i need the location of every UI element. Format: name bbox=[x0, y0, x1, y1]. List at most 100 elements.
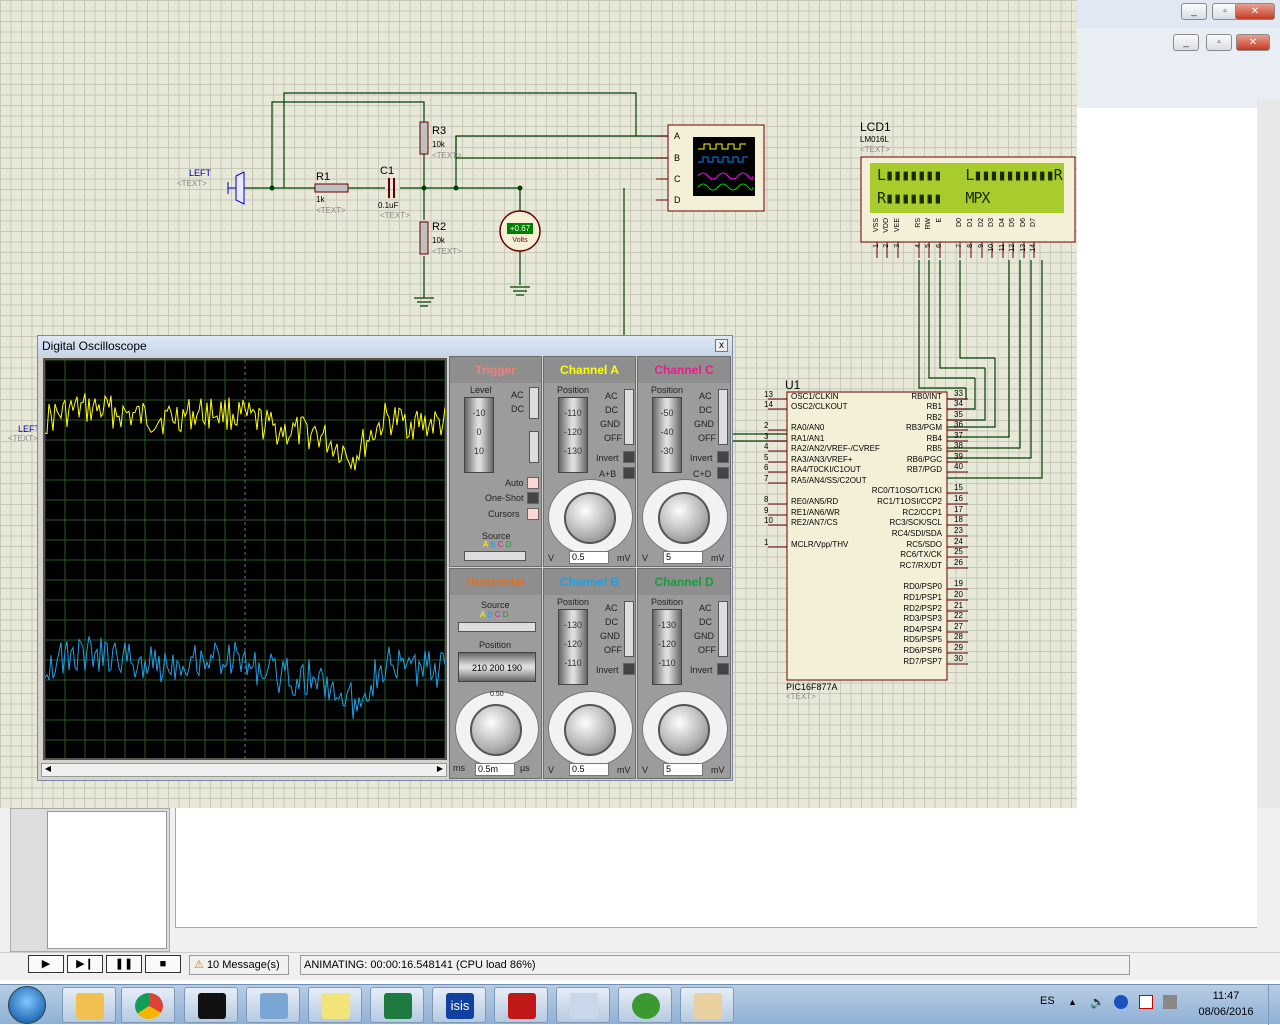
chrome-icon[interactable] bbox=[121, 987, 175, 1023]
tray-time[interactable]: 11:47 bbox=[1190, 990, 1262, 1002]
c-unit-v: V bbox=[642, 553, 649, 563]
h-tick: 210 bbox=[471, 663, 487, 673]
mcu-pin-number: 23 bbox=[954, 526, 963, 535]
show-desktop-button[interactable] bbox=[1268, 985, 1280, 1025]
mcafee-icon[interactable] bbox=[494, 987, 548, 1023]
channel-a-coupling-switch[interactable] bbox=[624, 389, 634, 445]
channel-b-invert-button[interactable] bbox=[623, 663, 635, 675]
trigger-level-drum[interactable]: -10 0 10 bbox=[464, 397, 494, 473]
lcd-pin-label: RS bbox=[915, 218, 922, 228]
text-placeholder: <TEXT> bbox=[786, 692, 816, 701]
channel-a-position-drum[interactable]: -110 -120 -130 bbox=[558, 397, 588, 473]
stop-button[interactable]: ■ bbox=[145, 955, 181, 973]
channel-b-coupling-switch[interactable] bbox=[624, 601, 634, 657]
isis-icon[interactable]: isis bbox=[432, 987, 486, 1023]
overview-pane[interactable] bbox=[47, 811, 167, 949]
channel-c-coupling-switch[interactable] bbox=[718, 389, 728, 445]
sticky-notes-icon[interactable] bbox=[308, 987, 362, 1023]
cmd-icon[interactable] bbox=[184, 987, 238, 1023]
channel-d-volts-knob[interactable] bbox=[658, 704, 710, 756]
inner-restore-icon[interactable]: ▫ bbox=[1206, 34, 1232, 51]
animation-status: ANIMATING: 00:00:16.548141 (CPU load 86%… bbox=[300, 955, 1130, 975]
channel-c-volts-knob[interactable] bbox=[658, 492, 710, 544]
channel-c-position-drum[interactable]: -50 -40 -30 bbox=[652, 397, 682, 473]
tray-expand-icon[interactable]: ▲ bbox=[1068, 997, 1077, 1007]
channel-a-value-field[interactable]: 0.5 bbox=[569, 551, 609, 564]
horizontal-timebase-knob[interactable] bbox=[470, 704, 522, 756]
mcu-pin-label: RA0/AN0 bbox=[791, 423, 825, 432]
volume-icon[interactable]: 🔊 bbox=[1090, 995, 1105, 1009]
action-center-icon[interactable] bbox=[1139, 995, 1153, 1009]
play-button[interactable]: ▶ bbox=[28, 955, 64, 973]
inner-close-icon[interactable]: ✕ bbox=[1236, 34, 1270, 51]
screen-horizontal-scrollbar[interactable]: ◀ ▶ bbox=[41, 763, 447, 777]
excel-icon[interactable] bbox=[370, 987, 424, 1023]
channel-b-position-drum[interactable]: -130 -120 -110 bbox=[558, 609, 588, 685]
messages-indicator[interactable]: ⚠ 10 Message(s) bbox=[189, 955, 289, 975]
window-titlebar: _ ▫ ✕ bbox=[1077, 0, 1280, 28]
usb-icon[interactable] bbox=[1163, 995, 1177, 1009]
channel-c-panel: Channel C Position -50 -40 -30 AC DC GND… bbox=[637, 356, 731, 567]
c-unit-mv: mV bbox=[711, 553, 725, 563]
channel-d-invert-button[interactable] bbox=[717, 663, 729, 675]
channel-d-position-drum[interactable]: -130 -120 -110 bbox=[652, 609, 682, 685]
download-manager-icon[interactable] bbox=[618, 987, 672, 1023]
channel-b-volts-knob[interactable] bbox=[564, 704, 616, 756]
channel-c-math-button[interactable] bbox=[717, 467, 729, 479]
one-shot-button[interactable] bbox=[527, 492, 539, 504]
channel-c-position-label: Position bbox=[651, 385, 684, 395]
cursors-button[interactable] bbox=[527, 508, 539, 520]
channel-a-volts-knob[interactable] bbox=[564, 492, 616, 544]
channel-c-invert-button[interactable] bbox=[717, 451, 729, 463]
lcd-pin-label: D0 bbox=[956, 218, 963, 227]
calculator-icon[interactable] bbox=[556, 987, 610, 1023]
voltmeter-unit: Volts bbox=[512, 237, 528, 244]
horizontal-position-drum[interactable]: 210 200 190 bbox=[458, 652, 536, 682]
channel-d-value-field[interactable]: 5 bbox=[663, 763, 703, 776]
lcd-pin-label: VDD bbox=[883, 218, 890, 233]
pause-button[interactable]: ❚❚ bbox=[106, 955, 142, 973]
start-orb-icon[interactable] bbox=[8, 986, 46, 1024]
minimize-icon[interactable]: _ bbox=[1181, 3, 1207, 20]
trigger-tick: 0 bbox=[476, 427, 482, 437]
a-tick: -110 bbox=[564, 408, 582, 418]
h-tick: 190 bbox=[507, 663, 523, 673]
tray-date[interactable]: 08/06/2016 bbox=[1190, 1006, 1262, 1018]
channel-d-coupling-switch[interactable] bbox=[718, 601, 728, 657]
channel-c-value-field[interactable]: 5 bbox=[663, 551, 703, 564]
channel-b-value-field[interactable]: 0.5 bbox=[569, 763, 609, 776]
mcu-pin-label: RE0/AN5/RD bbox=[791, 497, 839, 506]
trigger-edge-switch[interactable] bbox=[529, 431, 539, 463]
mcu-pin-number: 35 bbox=[954, 410, 963, 419]
oscilloscope-screen[interactable] bbox=[43, 358, 447, 761]
editing-area[interactable] bbox=[175, 808, 1257, 928]
inner-minimize-icon[interactable]: _ bbox=[1173, 34, 1199, 51]
language-indicator[interactable]: ES bbox=[1040, 995, 1055, 1007]
control-panel-icon[interactable] bbox=[246, 987, 300, 1023]
trigger-dc-label: DC bbox=[511, 404, 524, 414]
close-icon[interactable]: ✕ bbox=[1235, 3, 1275, 20]
mcu-pin-number: 2 bbox=[764, 421, 769, 430]
mcu-pin-label: RB5 bbox=[926, 444, 942, 453]
scroll-left-icon[interactable]: ◀ bbox=[42, 764, 54, 776]
auto-button[interactable] bbox=[527, 477, 539, 489]
text-placeholder: <TEXT> bbox=[8, 434, 38, 443]
network-icon[interactable] bbox=[1114, 995, 1128, 1009]
trigger-coupling-switch[interactable] bbox=[529, 387, 539, 419]
horizontal-value-field[interactable]: 0.5m bbox=[475, 763, 515, 776]
scroll-right-icon[interactable]: ▶ bbox=[434, 764, 446, 776]
channel-a-math-button[interactable] bbox=[623, 467, 635, 479]
horizontal-source-slider[interactable] bbox=[458, 622, 536, 632]
mcu-pin-number: 9 bbox=[764, 506, 769, 515]
mcu-pin-label: RD3/PSP3 bbox=[903, 614, 942, 623]
b-off-label: OFF bbox=[604, 645, 622, 655]
trigger-source-slider[interactable] bbox=[464, 551, 526, 561]
oscilloscope-window[interactable]: Digital Oscilloscope x ◀ ▶ Trigger Level… bbox=[37, 335, 733, 781]
file-explorer-icon[interactable] bbox=[62, 987, 116, 1023]
step-button[interactable]: ▶❙ bbox=[67, 955, 103, 973]
oscilloscope-close-icon[interactable]: x bbox=[715, 339, 728, 352]
paint-icon[interactable] bbox=[680, 987, 734, 1023]
lcd-pin-number: 12 bbox=[1009, 244, 1016, 252]
mcu-pin-label: MCLR/Vpp/THV bbox=[791, 540, 849, 549]
channel-a-invert-button[interactable] bbox=[623, 451, 635, 463]
